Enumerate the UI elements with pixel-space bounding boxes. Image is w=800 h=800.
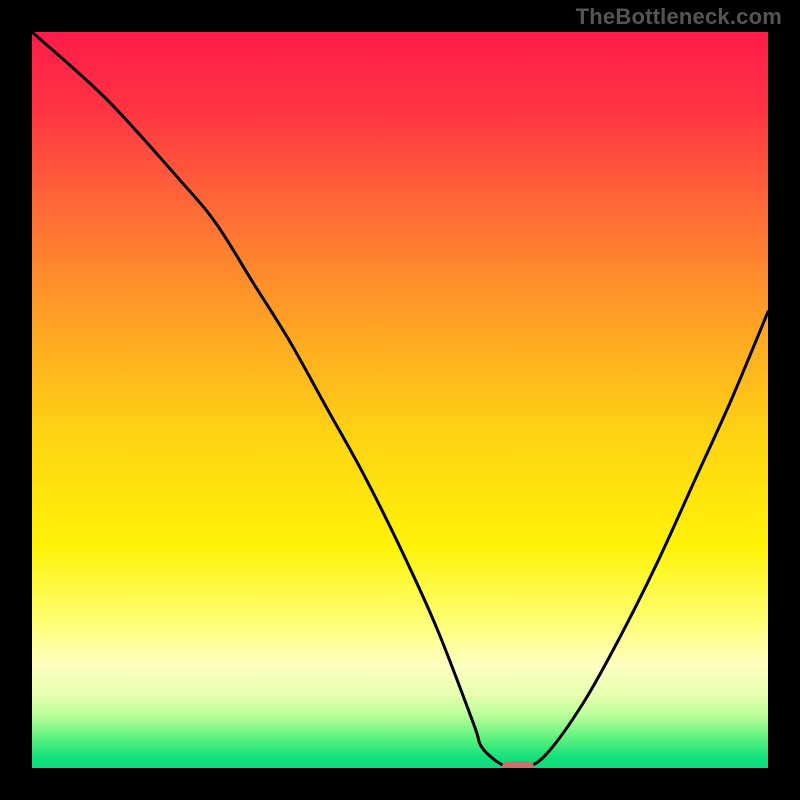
gradient-background	[32, 32, 768, 768]
chart-container: TheBottleneck.com	[0, 0, 800, 800]
chart-svg	[32, 32, 768, 768]
optimal-marker	[502, 761, 534, 768]
watermark-text: TheBottleneck.com	[576, 4, 782, 30]
plot-area	[32, 32, 768, 768]
